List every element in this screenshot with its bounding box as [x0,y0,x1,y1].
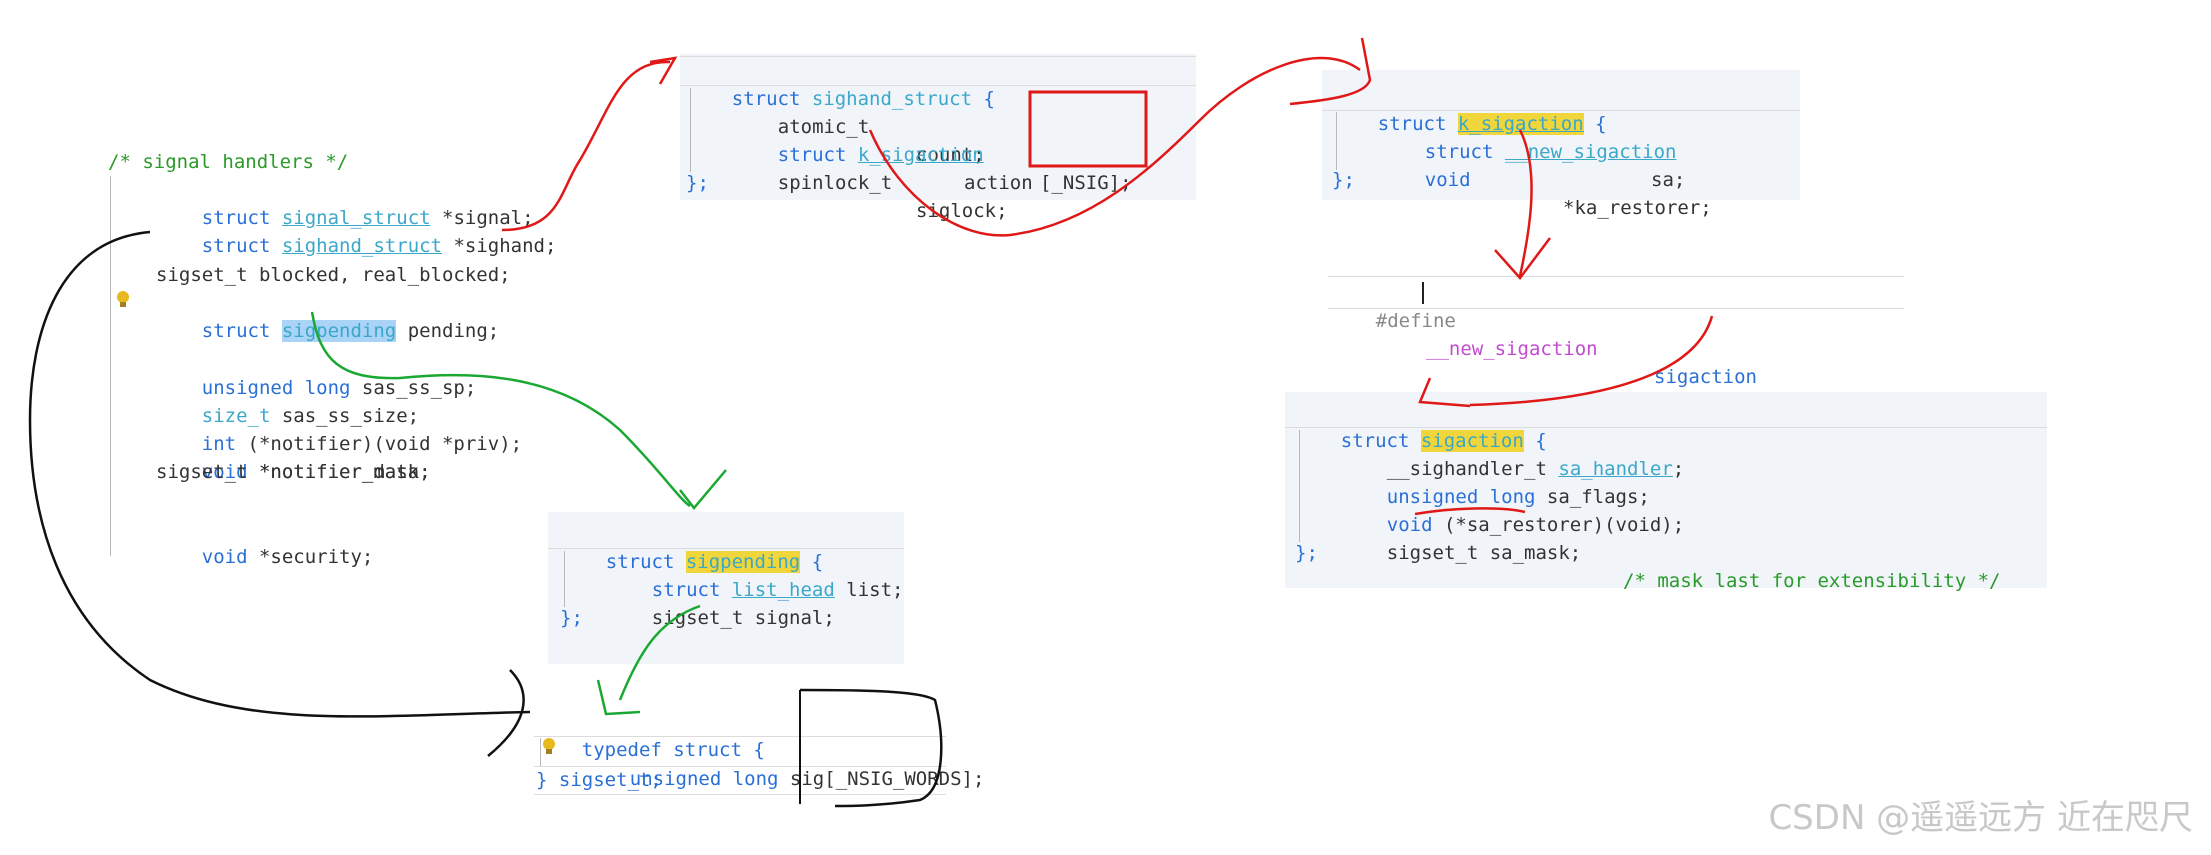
arrow-blocked-to-sigset [28,230,531,718]
nsig-highlight-box [1028,90,1148,168]
annotation-layer [28,37,1714,808]
arrow-sigpending [310,311,691,508]
arrowhead [1418,377,1471,408]
nsig-words-bracket [799,688,943,808]
arrow-sigaction [1469,315,1714,407]
arrow-new-sigaction [1518,129,1533,277]
arrow-signal-to-sigset [618,604,701,701]
arrowhead [1289,37,1372,106]
arrow-sighand-to-struct [501,60,671,232]
arrow-k-sigaction [868,56,1361,237]
restorer-underline [1414,507,1526,516]
arrowhead [596,679,641,716]
watermark: CSDN @遥遥远方 近在咫尺 [1768,798,2193,838]
